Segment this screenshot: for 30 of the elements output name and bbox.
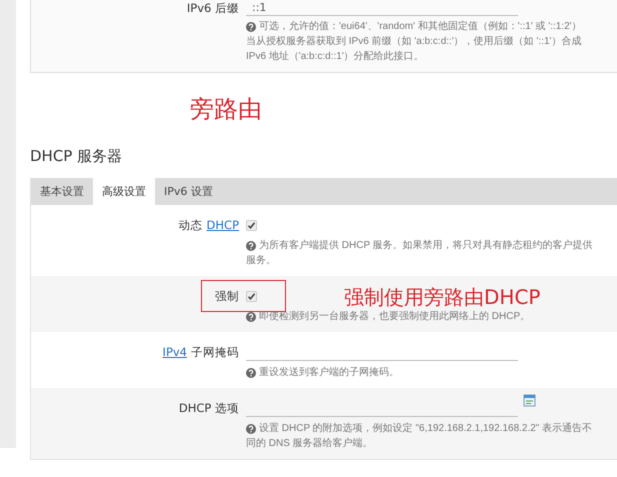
checkbox[interactable] — [246, 290, 257, 302]
tab[interactable]: 高级设置 — [93, 178, 155, 205]
help-icon — [246, 22, 256, 32]
section-title: DHCP 服务器 — [30, 147, 124, 167]
field-label: 子网掩码 — [191, 344, 239, 360]
label-link[interactable]: DHCP — [206, 218, 239, 232]
annotation-title: 旁路由 — [190, 94, 263, 125]
help-text: 重设发送到客户端的子网掩码。 — [259, 366, 399, 380]
field-label: DHCP 选项 — [178, 400, 239, 416]
document-icon[interactable] — [523, 394, 536, 407]
help-text: 设置 DHCP 的附加选项，例如设定 "6,192.168.2.1,192.168.2.2" 表示通告不 — [259, 422, 592, 436]
help-text: IPv6 地址（'a:b:c:d::1'）分配给此接口。 — [246, 50, 424, 64]
annotation-text: 强制使用旁路由DHCP — [344, 284, 540, 310]
label-link[interactable]: IPv4 — [162, 345, 187, 359]
help-icon — [246, 312, 256, 322]
field-label: IPv6 后缀 — [186, 0, 239, 16]
help-text: 为所有客户端提供 DHCP 服务。如果禁用，将只对具有静态租约的客户提供 — [259, 239, 593, 253]
input-field[interactable]: ::1 — [246, 0, 518, 16]
help-text: 同的 DNS 服务器给客户端。 — [246, 437, 373, 451]
help-text: 可选，允许的值：'eui64'、'random' 和其他固定值（例如：'::1' 或 '::1:2'） — [259, 20, 582, 34]
help-icon — [246, 368, 256, 378]
help-icon — [246, 241, 256, 251]
help-text: 当从授权服务器获取到 IPv6 前缀（如 'a:b:c:d::'），使用后缀（如 '::1'）合成 — [246, 35, 582, 49]
tab[interactable]: 基本设置 — [31, 178, 93, 205]
tab[interactable]: IPv6 设置 — [155, 178, 222, 205]
field-label: 动态 — [178, 218, 203, 232]
checkbox[interactable] — [246, 220, 257, 230]
field-label: 强制 — [215, 288, 239, 304]
help-icon — [246, 424, 256, 434]
help-text: 服务。 — [246, 254, 276, 268]
